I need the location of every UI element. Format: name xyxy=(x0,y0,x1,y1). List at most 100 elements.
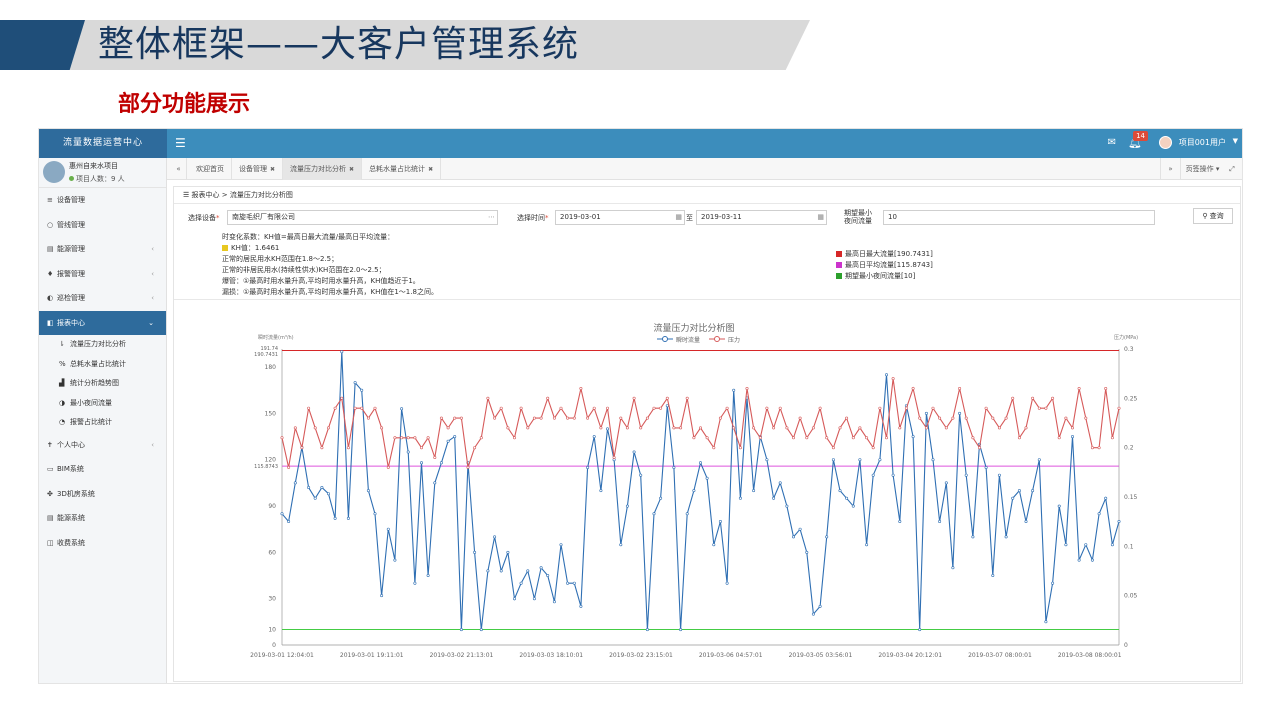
data-point-flow xyxy=(851,504,855,508)
data-point-flow xyxy=(738,496,742,500)
sidebar-item-items3[interactable]: ♦ 报警管理 ‹ xyxy=(39,262,166,287)
sidebar-item-icon: ◫ xyxy=(47,538,54,547)
tab-3[interactable]: 总耗水量占比统计 ✖ xyxy=(362,158,442,180)
data-point-flow xyxy=(778,481,782,485)
sidebar-item-label: 3D机房系统 xyxy=(57,489,95,498)
caret-down-icon[interactable]: ▼ xyxy=(1233,137,1238,145)
data-point-flow xyxy=(785,504,789,508)
data-point-pressure xyxy=(406,436,410,440)
close-icon[interactable]: ✖ xyxy=(349,166,354,173)
data-point-pressure xyxy=(499,406,503,410)
data-point-pressure xyxy=(692,436,696,440)
legend-label-flow: 瞬时流量 xyxy=(676,336,700,344)
data-point-pressure xyxy=(559,406,563,410)
data-point-pressure xyxy=(858,426,862,430)
sidebar-subitem-2[interactable]: ▟ 统计分析趋势图 xyxy=(39,374,166,394)
y-left-tick-label: 30 xyxy=(268,596,276,603)
y-right-tick-label: 0.25 xyxy=(1124,395,1138,402)
data-point-flow xyxy=(831,458,835,462)
sidebar-item-items5[interactable]: ◧ 报表中心 ⌄ xyxy=(39,310,166,335)
data-point-flow xyxy=(1057,504,1061,508)
data-point-pressure xyxy=(685,396,689,400)
x-tick-label: 2019-03-05 03:56:01 xyxy=(789,652,853,659)
data-point-flow xyxy=(592,435,596,439)
sidebar-item-items_after3[interactable]: ▤ 能源系统 xyxy=(39,506,166,531)
close-icon[interactable]: ✖ xyxy=(270,166,275,173)
data-point-flow xyxy=(1004,535,1008,539)
sidebar-item-items0[interactable]: ≡ 设备管理 xyxy=(39,188,166,213)
data-point-pressure xyxy=(619,416,623,420)
sidebar-item-label: 个人中心 xyxy=(57,440,85,449)
data-point-pressure xyxy=(752,426,756,430)
data-point-pressure xyxy=(413,436,417,440)
user-menu[interactable]: 项目001用户 xyxy=(1179,137,1226,148)
data-point-pressure xyxy=(1084,416,1088,420)
legend-marker-pressure xyxy=(714,336,720,342)
sidebar: 惠州自来水项目 项目人数：9 人 ≡ 设备管理 ○ 管线管理 ▤ 能源管理 ‹ ♦ 报警管理 ‹ ◐… xyxy=(39,158,167,683)
tab-0[interactable]: 欢迎首页 xyxy=(189,158,232,180)
data-point-flow xyxy=(1097,512,1101,516)
content-panel: ☰ 报表中心 > 流量压力对比分析图 选择设备* 南旋毛织厂有限公司 ⋯ 选择时间… xyxy=(173,186,1241,682)
data-point-flow xyxy=(519,581,523,585)
data-point-flow xyxy=(446,439,450,443)
sidebar-item-items_after2[interactable]: ✤ 3D机房系统 xyxy=(39,482,166,507)
data-point-flow xyxy=(346,516,350,520)
data-point-pressure xyxy=(738,446,742,450)
data-point-flow xyxy=(685,512,689,516)
data-point-pressure xyxy=(904,406,908,410)
tab-scroll-left-icon[interactable]: « xyxy=(171,158,187,180)
data-point-flow xyxy=(333,516,337,520)
data-point-pressure xyxy=(446,426,450,430)
data-point-pressure xyxy=(486,396,490,400)
menu-icon[interactable]: ☰ xyxy=(175,136,186,150)
data-point-pressure xyxy=(698,426,702,430)
data-point-pressure xyxy=(991,416,995,420)
tab-1[interactable]: 设备管理 ✖ xyxy=(232,158,284,180)
sidebar-item-items4[interactable]: ◐ 巡检管理 ‹ xyxy=(39,286,166,311)
data-point-flow xyxy=(871,473,875,477)
y-right-tick-label: 0.15 xyxy=(1124,494,1138,501)
y-left-tick-label: 150 xyxy=(265,410,277,417)
data-point-flow xyxy=(413,581,417,585)
sidebar-subitem-1[interactable]: % 总耗水量占比统计 xyxy=(39,355,166,375)
sidebar-subitem-4[interactable]: ◔ 报警占比统计 xyxy=(39,413,166,433)
data-point-pressure xyxy=(951,416,955,420)
close-icon[interactable]: ✖ xyxy=(428,166,433,173)
data-point-pressure xyxy=(1037,406,1041,410)
data-point-pressure xyxy=(725,406,729,410)
y-right-tick-label: 0.1 xyxy=(1124,543,1134,550)
page-ops-dropdown[interactable]: 页签操作 ▾ xyxy=(1180,158,1224,180)
data-point-flow xyxy=(506,550,510,554)
sidebar-item-items_after0[interactable]: ✝ 个人中心 ‹ xyxy=(39,433,166,458)
data-point-flow xyxy=(1031,489,1035,493)
data-point-flow xyxy=(891,473,895,477)
y-left-tick-label: 0 xyxy=(272,642,276,649)
x-tick-label: 2019-03-04 20:12:01 xyxy=(878,652,942,659)
user-avatar[interactable] xyxy=(1159,136,1172,149)
sidebar-subitem-3[interactable]: ◑ 最小夜间流量 xyxy=(39,394,166,414)
data-point-pressure xyxy=(566,416,570,420)
sidebar-item-label: 设备管理 xyxy=(57,196,85,204)
sidebar-item-items2[interactable]: ▤ 能源管理 ‹ xyxy=(39,237,166,262)
sidebar-item-label: 报警管理 xyxy=(57,269,85,278)
data-point-pressure xyxy=(758,436,762,440)
data-point-pressure xyxy=(333,406,337,410)
tab-list: 欢迎首页 设备管理 ✖ 流量压力对比分析 ✖ 总耗水量占比统计 ✖ xyxy=(189,158,442,180)
sidebar-item-items_after4[interactable]: ◫ 收费系统 xyxy=(39,531,166,556)
data-point-flow xyxy=(539,566,543,570)
mail-icon[interactable]: ✉ xyxy=(1108,137,1116,148)
sidebar-item-items1[interactable]: ○ 管线管理 xyxy=(39,213,166,238)
data-point-pressure xyxy=(845,416,849,420)
data-point-flow xyxy=(320,485,324,489)
data-point-pressure xyxy=(552,416,556,420)
y-left-tick-label: 10 xyxy=(268,627,276,634)
sidebar-item-label: 管线管理 xyxy=(57,220,85,229)
fullscreen-icon[interactable]: ⤢ xyxy=(1225,158,1239,180)
data-point-flow xyxy=(845,496,849,500)
tab-scroll-right-icon[interactable]: » xyxy=(1160,158,1180,180)
sidebar-item-items_after1[interactable]: ▭ BIM系统 xyxy=(39,457,166,482)
data-point-pressure xyxy=(313,426,317,430)
tab-2[interactable]: 流量压力对比分析 ✖ xyxy=(283,158,363,180)
data-point-flow xyxy=(1110,543,1114,547)
sidebar-subitem-0[interactable]: ⇂ 流量压力对比分析 xyxy=(39,335,166,355)
